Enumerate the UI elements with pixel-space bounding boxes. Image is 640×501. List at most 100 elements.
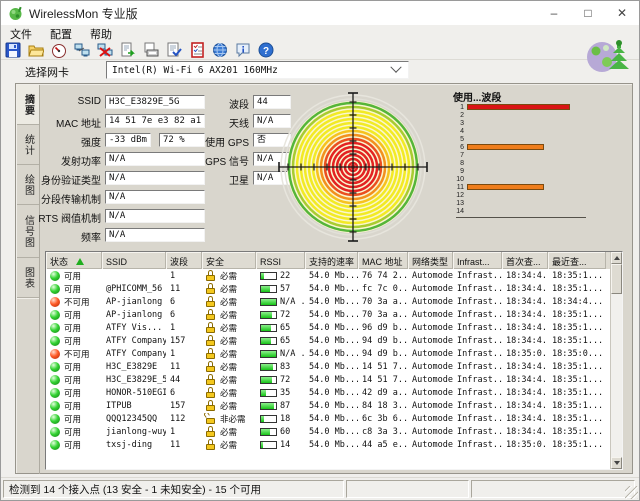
field-label-right-3: GPS 信号 (205, 157, 249, 168)
channel-label: 9 (460, 167, 464, 175)
table-row[interactable]: 可用 ATFY Company 157 必需 65 54.0 Mb... 94 d9 b..… (46, 334, 610, 347)
column-header-2[interactable]: 波段 (166, 252, 202, 269)
infrastructure-cell: Infrast... (457, 361, 502, 372)
chevron-down-icon[interactable] (390, 61, 402, 73)
mac-cell: 42 d9 a... (362, 387, 408, 398)
channel-cell: 112 (170, 413, 186, 424)
table-row[interactable]: 可用 ATFY Vis... 1 必需 65 54.0 Mb... 96 d9 b... Au… (46, 321, 610, 334)
rate-cell: 54.0 Mb... (309, 387, 358, 398)
field-label-left-4: 身份验证类型 (41, 176, 101, 187)
table-row[interactable]: 可用 HONOR-510EGI 6 必需 35 54.0 Mb... 42 d9 a... A… (46, 386, 610, 399)
channel-label: 4 (460, 127, 464, 135)
security-text: 非必需 (220, 413, 246, 424)
column-header-4[interactable]: RSSI (256, 252, 305, 269)
network-disconnect-button[interactable] (93, 41, 116, 60)
open-folder-button[interactable] (24, 41, 47, 60)
field-label-left-6: RTS 阀值机制 (38, 214, 101, 225)
info-button[interactable] (231, 41, 254, 60)
menu-item-2[interactable]: 帮助 (81, 25, 121, 41)
lock-closed-icon (206, 308, 216, 321)
rssi-bar (260, 323, 277, 332)
export-report-button[interactable] (116, 41, 139, 60)
table-row[interactable]: 不可用 AP-jianlong 6 必需 N/A ... 54.0 Mb... 70 3a … (46, 295, 610, 308)
status-available-icon (50, 400, 60, 411)
rssi-value: 22 (280, 270, 291, 281)
column-header-7[interactable]: 网络类型 (408, 252, 453, 269)
column-header-label: 最近查... (552, 257, 587, 267)
table-row[interactable]: 可用 AP-jianlong 6 必需 72 54.0 Mb... 70 3a a... Au… (46, 308, 610, 321)
side-tab-4[interactable]: 图表 (17, 258, 39, 298)
channel-row-1: 1 (451, 103, 587, 111)
table-row[interactable]: 可用 @PHICOMM_56 11 必需 57 54.0 Mb... fc 7c 0... A… (46, 282, 610, 295)
mac-cell: 96 d9 b... (362, 322, 408, 333)
print-button[interactable] (139, 41, 162, 60)
verify-page-button[interactable] (162, 41, 185, 60)
table-row[interactable]: 不可用 ATFY Company 1 必需 N/A ... 54.0 Mb... 94 d9… (46, 347, 610, 360)
network-connect-icon (74, 43, 89, 57)
field-label-left-3: 发射功率 (61, 157, 101, 168)
column-header-9[interactable]: 首次查... (502, 252, 548, 269)
channel-bar-track (467, 119, 580, 127)
table-scrollbar[interactable] (610, 252, 622, 469)
minimize-button[interactable]: – (537, 1, 571, 25)
column-header-0[interactable]: 状态 (46, 252, 102, 269)
save-button[interactable] (1, 41, 24, 60)
first-seen-cell: 18:34:4... (506, 387, 548, 398)
maximize-button[interactable]: □ (571, 1, 605, 25)
status-available-icon (50, 361, 60, 372)
table-row[interactable]: 可用 H3C_E3829E 11 必需 83 54.0 Mb... 14 51 7... Au… (46, 360, 610, 373)
scroll-up-button[interactable] (611, 252, 622, 264)
security-text: 必需 (220, 296, 238, 307)
network-type-cell: Automode (412, 296, 453, 307)
table-row[interactable]: 可用 txsj-ding 11 必需 14 54.0 Mb... 44 a5 e... Aut… (46, 438, 610, 451)
column-header-10[interactable]: 最近查... (548, 252, 606, 269)
lock-closed-icon (206, 399, 216, 412)
rate-cell: 54.0 Mb... (309, 283, 358, 294)
toolbar: ? (1, 41, 639, 60)
menu-item-0[interactable]: 文件 (1, 25, 41, 41)
rssi-value: 57 (280, 283, 291, 294)
column-header-6[interactable]: MAC 地址 (358, 252, 408, 269)
first-seen-cell: 18:34:4... (506, 413, 548, 424)
channel-label: 12 (456, 191, 464, 199)
channel-bar-track (467, 167, 580, 175)
checklist-icon (190, 42, 204, 58)
channel-bar-track (467, 135, 580, 143)
scrollbar-thumb[interactable] (611, 264, 622, 294)
menu-item-1[interactable]: 配置 (41, 25, 81, 41)
column-header-3[interactable]: 安全 (202, 252, 256, 269)
table-row[interactable]: 可用 jianlong-wuye 1 必需 60 54.0 Mb... c8 3a 3...… (46, 425, 610, 438)
gauge-button[interactable] (47, 41, 70, 60)
table-row[interactable]: 可用 QQQ12345QQ 112 非必需 18 54.0 Mb... 6c 3b 6...… (46, 412, 610, 425)
rssi-bar (260, 401, 277, 410)
column-header-8[interactable]: Infrast... (453, 252, 502, 269)
svg-text:?: ? (262, 46, 268, 57)
web-globe-button[interactable] (208, 41, 231, 60)
column-header-5[interactable]: 支持的速率 (305, 252, 358, 269)
table-row[interactable]: 可用 H3C_E3829E_5G 44 必需 72 54.0 Mb... 14 51 7..… (46, 373, 610, 386)
rssi-bar (260, 336, 277, 345)
column-header-label: 支持的速率 (309, 257, 355, 267)
adapter-combobox[interactable]: Intel(R) Wi-Fi 6 AX201 160MHz (106, 61, 409, 79)
status-available-icon (50, 270, 60, 281)
status-unavailable-icon (50, 296, 60, 307)
network-connect-button[interactable] (70, 41, 93, 60)
security-text: 必需 (220, 374, 238, 385)
help-button[interactable]: ? (254, 41, 277, 60)
table-row[interactable]: 可用 ITPUB 157 必需 87 54.0 Mb... 84 18 3... Automo… (46, 399, 610, 412)
rssi-value: 35 (280, 387, 291, 398)
mac-cell: 6c 3b 6... (362, 413, 408, 424)
channel-bar-track (467, 151, 580, 159)
close-button[interactable]: ✕ (605, 1, 639, 25)
rssi-bar (260, 427, 277, 436)
table-row[interactable]: 可用 1 必需 22 54.0 Mb... 76 74 2... Automode Infra… (46, 269, 610, 282)
network-type-cell: Automode (412, 283, 453, 294)
ssid-cell: QQQ12345QQ (106, 413, 158, 424)
resize-grip[interactable] (625, 486, 638, 499)
scroll-down-button[interactable] (611, 457, 622, 469)
channel-cell: 157 (170, 335, 186, 346)
column-header-1[interactable]: SSID (102, 252, 166, 269)
field-value-left-7: N/A (105, 228, 205, 242)
checklist-button[interactable] (185, 41, 208, 60)
network-type-cell: Automode (412, 335, 453, 346)
